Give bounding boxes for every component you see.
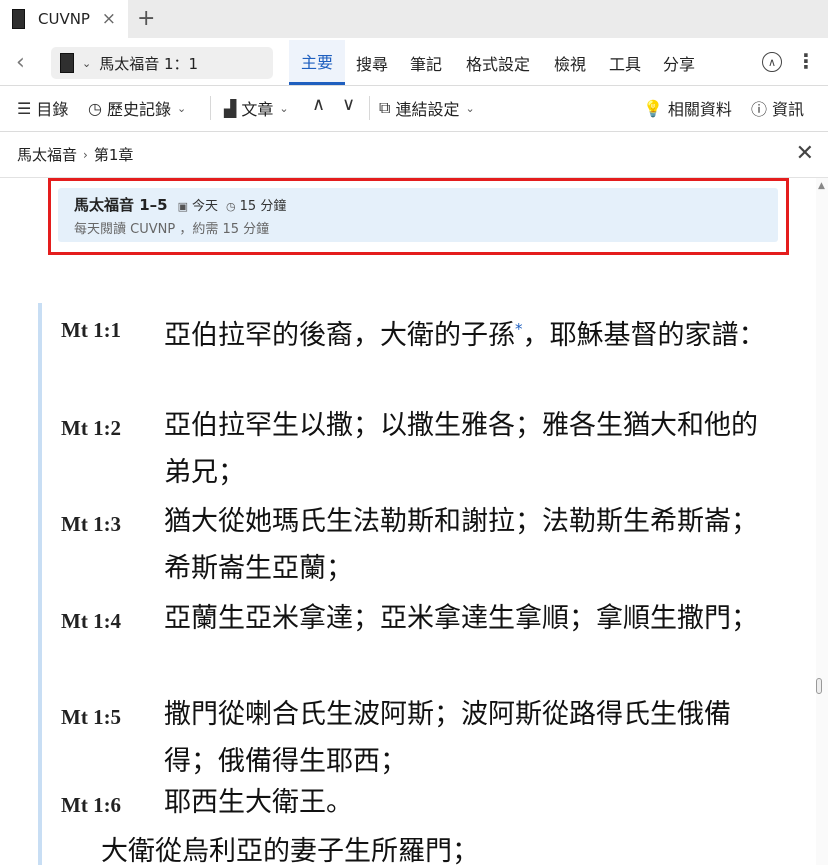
text-button[interactable]: ▟ 文章 ⌄ <box>224 86 289 130</box>
reference-text: 馬太福音 1：1 <box>99 54 199 73</box>
verse-reference[interactable]: Mt 1:3 <box>61 512 121 537</box>
chevron-down-icon: ⌄ <box>279 101 289 115</box>
related-label: 相關資料 <box>667 100 732 119</box>
info-button[interactable]: ⓘ 資訊 <box>751 86 804 130</box>
ribbon-bar: ‹ ⌄ 馬太福音 1：1 主要 搜尋 筆記 格式設定 檢視 工具 分享 ∧ ⋮ <box>0 38 828 86</box>
verse-text: 猶大從她瑪氏生法勒斯和謝拉；法勒斯生希斯崙；希斯崙生亞蘭； <box>164 506 758 584</box>
tab-format[interactable]: 格式設定 <box>459 40 537 85</box>
contents-label: 目錄 <box>36 100 69 119</box>
close-icon[interactable]: ✕ <box>796 141 814 166</box>
tab-notes[interactable]: 筆記 <box>404 40 448 85</box>
verse-text: 亞伯拉罕的後裔，大衛的子孫*，耶穌基督的家譜： <box>164 320 766 351</box>
tab-strip: CUVNP × + <box>0 0 828 38</box>
verse-reference[interactable]: Mt 1:2 <box>61 416 121 441</box>
link-settings-label: 連結設定 <box>395 100 460 119</box>
footnote-marker[interactable]: * <box>515 320 523 338</box>
plan-duration: 15 分鐘 <box>239 199 287 214</box>
bible-book-icon <box>60 53 74 73</box>
text-label: 文章 <box>241 100 274 119</box>
back-button[interactable]: ‹ <box>16 50 25 75</box>
history-button[interactable]: ◷ 歷史記錄 ⌄ <box>88 86 186 130</box>
breadcrumb-book[interactable]: 馬太福音 <box>17 144 77 165</box>
verse-text: 亞蘭生亞米拿達；亞米拿達生拿順；拿順生撒門； <box>164 603 758 634</box>
verse-reference[interactable]: Mt 1:4 <box>61 609 121 634</box>
tab-search[interactable]: 搜尋 <box>350 40 394 85</box>
plan-date: 今天 <box>192 199 219 214</box>
related-button[interactable]: 💡 相關資料 <box>643 86 732 130</box>
tab-tools[interactable]: 工具 <box>603 40 647 85</box>
document-tab[interactable]: CUVNP × <box>0 0 128 38</box>
info-label: 資訊 <box>772 100 805 119</box>
divider <box>369 96 370 120</box>
tab-main[interactable]: 主要 <box>289 40 345 85</box>
chevron-down-icon[interactable]: ⌄ <box>82 57 91 70</box>
clock-icon: ◷ <box>226 200 236 213</box>
collapse-ribbon-icon[interactable]: ∧ <box>762 52 782 72</box>
more-options-icon[interactable]: ⋮ <box>796 47 816 75</box>
lightbulb-icon: 💡 <box>643 98 663 118</box>
history-label: 歷史記錄 <box>106 100 171 119</box>
chevron-down-icon: ⌄ <box>465 101 475 115</box>
tab-title: CUVNP <box>38 10 90 28</box>
tab-view[interactable]: 檢視 <box>548 40 592 85</box>
scroll-up-icon[interactable]: ▲ <box>818 181 825 191</box>
reading-plan-banner[interactable]: 馬太福音 1–5 ▣ 今天 ◷ 15 分鐘 每天閱讀 CUVNP ，約需 15 分鐘 <box>58 188 778 242</box>
reference-selector[interactable]: ⌄ 馬太福音 1：1 <box>51 47 273 79</box>
bar-chart-icon: ▟ <box>224 98 237 118</box>
verse-reference[interactable]: Mt 1:1 <box>61 318 121 343</box>
previous-arrow-icon[interactable]: ∧ <box>312 94 325 115</box>
verse-text: 亞伯拉罕生以撒；以撒生雅各；雅各生猶大和他的弟兄； <box>164 410 758 488</box>
new-tab-button[interactable]: + <box>137 6 155 31</box>
verse-text: 撒門從喇合氏生波阿斯；波阿斯從路得氏生俄備得；俄備得生耶西； <box>164 699 731 777</box>
reading-range-marker <box>38 303 42 865</box>
next-arrow-icon[interactable]: ∨ <box>342 94 355 115</box>
breadcrumb-chapter[interactable]: 第1章 <box>94 144 134 165</box>
plan-subtitle: 每天閱讀 CUVNP ，約需 15 分鐘 <box>74 222 270 237</box>
calendar-icon: ▣ <box>177 200 189 213</box>
bible-book-icon <box>12 9 25 29</box>
link-settings-button[interactable]: ⧉ 連結設定 ⌄ <box>379 86 475 130</box>
contents-button[interactable]: ☰ 目錄 <box>17 86 68 130</box>
verse-reference[interactable]: Mt 1:6 <box>61 793 121 818</box>
divider <box>210 96 211 120</box>
chevron-down-icon: ⌄ <box>176 101 187 115</box>
info-icon: ⓘ <box>751 100 768 119</box>
toolbar: ☰ 目錄 ◷ 歷史記錄 ⌄ ▟ 文章 ⌄ ∧ ∨ ⧉ 連結設定 ⌄ 💡 相關資料… <box>0 86 828 132</box>
verse-text-continuation: 大衛從烏利亞的妻子生所羅門； <box>101 836 479 865</box>
list-icon: ☰ <box>17 98 32 118</box>
verse-text: 耶西生大衛王。 <box>164 787 353 818</box>
vertical-scrollbar[interactable] <box>816 178 828 865</box>
scrollbar-thumb[interactable] <box>816 678 822 694</box>
link-icon: ⧉ <box>379 98 391 117</box>
tab-share[interactable]: 分享 <box>657 40 701 85</box>
chevron-right-icon: › <box>83 147 88 162</box>
close-tab-icon[interactable]: × <box>102 9 116 29</box>
verse-reference[interactable]: Mt 1:5 <box>61 705 121 730</box>
plan-title: 馬太福音 1–5 <box>74 196 168 214</box>
breadcrumb: 馬太福音 › 第1章 ✕ <box>0 132 828 178</box>
history-icon: ◷ <box>88 98 102 118</box>
